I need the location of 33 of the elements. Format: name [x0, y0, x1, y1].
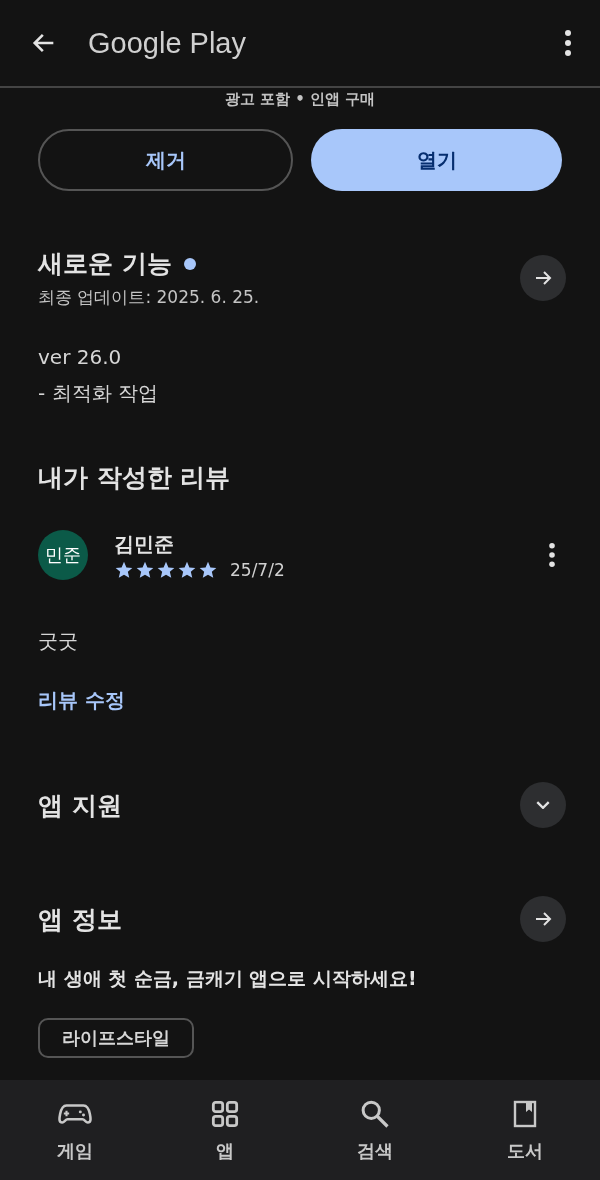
review-date: 25/7/2: [230, 559, 285, 580]
edit-review-link[interactable]: 리뷰 수정: [38, 687, 562, 714]
release-note: ver 26.0: [38, 344, 123, 371]
chevron-down-icon: [536, 801, 550, 809]
nav-tab[interactable]: 게임: [0, 1080, 150, 1180]
section-title: 앱 지원: [38, 789, 122, 822]
expand-button[interactable]: [520, 782, 566, 828]
app-meta: 광고 포함 • 인앱 구매: [223, 90, 377, 109]
section-title: 앱 정보: [38, 903, 122, 936]
section-title: 내가 작성한 리뷰: [38, 462, 232, 494]
new-dot-icon: [183, 257, 196, 270]
reviewer-name: 김민준: [114, 530, 175, 558]
more-icon[interactable]: [564, 29, 572, 57]
app-description: 내 생애 첫 순금, 금캐기 앱으로 시작하세요!: [38, 966, 418, 991]
app-title: Google Play: [88, 26, 247, 60]
uninstall-button[interactable]: 제거: [38, 129, 293, 191]
arrow-button[interactable]: [520, 896, 566, 942]
book-icon: [513, 1099, 537, 1129]
arrow-button[interactable]: [520, 255, 566, 301]
release-note: - 최적화 작업: [38, 380, 159, 407]
nav-tab[interactable]: 앱: [150, 1080, 300, 1180]
avatar: 민준: [38, 530, 88, 580]
category-chip[interactable]: 라이프스타일: [38, 1018, 194, 1058]
update-date: 최종 업데이트: 2025. 6. 25.: [38, 286, 260, 309]
review-text: 굿굿: [38, 628, 79, 655]
section-title: 새로운 기능: [38, 248, 172, 280]
grid-icon: [211, 1100, 239, 1128]
more-icon[interactable]: [548, 542, 556, 568]
open-button[interactable]: 열기: [311, 129, 562, 191]
nav-tab[interactable]: 도서: [450, 1080, 600, 1180]
gamepad-icon: [58, 1101, 92, 1127]
nav-tab[interactable]: 검색: [300, 1080, 450, 1180]
search-icon: [360, 1099, 390, 1129]
